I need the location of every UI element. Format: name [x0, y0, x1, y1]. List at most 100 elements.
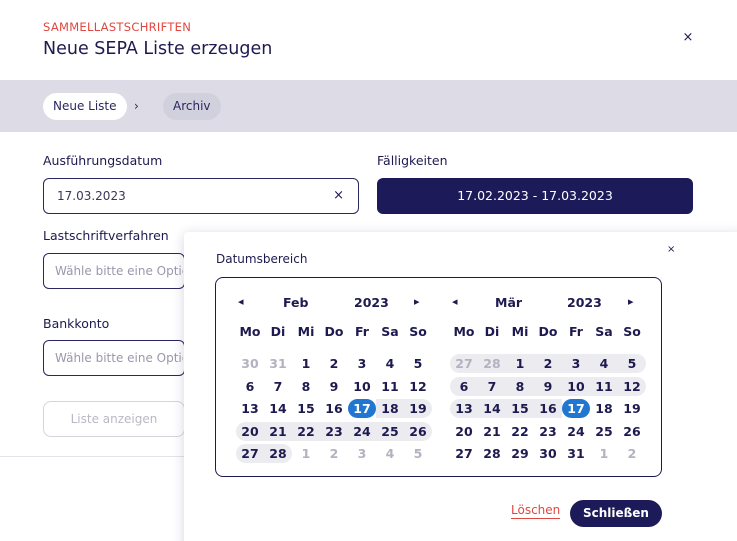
breadcrumb-new-list[interactable]: Neue Liste — [43, 93, 127, 120]
weekday-label: Di — [270, 324, 286, 339]
method-select[interactable]: Wähle bitte eine Option — [43, 253, 185, 289]
due-dates-label: Fälligkeiten — [377, 153, 448, 168]
calendar-day[interactable]: 2 — [618, 444, 646, 463]
calendar-day[interactable]: 26 — [404, 422, 432, 441]
prev-month-icon[interactable]: ◂ — [452, 295, 458, 308]
next-month-icon[interactable]: ▸ — [414, 295, 420, 308]
calendar-day[interactable]: 28 — [478, 354, 506, 373]
calendar-day[interactable]: 14 — [478, 399, 506, 418]
calendar-day[interactable]: 24 — [348, 422, 376, 441]
calendar-day[interactable]: 27 — [450, 354, 478, 373]
next-month-icon[interactable]: ▸ — [628, 295, 634, 308]
calendar-day[interactable]: 13 — [236, 399, 264, 418]
calendar-day[interactable]: 17 — [348, 399, 376, 418]
clear-icon[interactable]: × — [333, 188, 344, 203]
calendar-day[interactable]: 20 — [236, 422, 264, 441]
close-button[interactable]: Schließen — [570, 500, 662, 527]
calendar-day[interactable]: 9 — [320, 377, 348, 396]
calendar-day[interactable]: 1 — [292, 354, 320, 373]
calendar-day[interactable]: 27 — [236, 444, 264, 463]
chevron-right-icon: › — [134, 99, 139, 113]
calendar-day[interactable]: 21 — [264, 422, 292, 441]
calendar-day[interactable]: 2 — [320, 444, 348, 463]
weekday-label: Do — [324, 324, 344, 339]
modal-header: SAMMELLASTSCHRIFTEN Neue SEPA Liste erze… — [0, 0, 737, 80]
calendar-day[interactable]: 2 — [534, 354, 562, 373]
calendar-day[interactable]: 28 — [478, 444, 506, 463]
due-dates-range-button[interactable]: 17.02.2023 - 17.03.2023 — [377, 178, 693, 214]
calendar-day[interactable]: 10 — [348, 377, 376, 396]
calendar-day[interactable]: 28 — [264, 444, 292, 463]
close-icon[interactable]: × — [667, 244, 675, 255]
close-icon[interactable]: × — [680, 30, 696, 46]
calendar-day[interactable]: 25 — [590, 422, 618, 441]
calendar-day[interactable]: 21 — [478, 422, 506, 441]
show-list-button[interactable]: Liste anzeigen — [43, 401, 185, 437]
calendar-day[interactable]: 25 — [376, 422, 404, 441]
calendar-day[interactable]: 8 — [506, 377, 534, 396]
calendar-day[interactable]: 6 — [236, 377, 264, 396]
calendar-day[interactable]: 22 — [292, 422, 320, 441]
calendar-day[interactable]: 11 — [376, 377, 404, 396]
calendar-day[interactable]: 16 — [534, 399, 562, 418]
calendar-day[interactable]: 5 — [404, 444, 432, 463]
calendar-day[interactable]: 4 — [376, 444, 404, 463]
calendar-day[interactable]: 4 — [376, 354, 404, 373]
calendar-day[interactable]: 17 — [562, 399, 590, 418]
calendar-day[interactable]: 23 — [534, 422, 562, 441]
method-label: Lastschriftverfahren — [43, 228, 169, 243]
calendar-day[interactable]: 12 — [404, 377, 432, 396]
calendar-day[interactable]: 15 — [292, 399, 320, 418]
bank-account-select[interactable]: Wähle bitte eine Option — [43, 340, 185, 376]
calendar-day[interactable]: 13 — [450, 399, 478, 418]
delete-link[interactable]: Löschen — [511, 503, 561, 519]
calendar-day[interactable]: 6 — [450, 377, 478, 396]
calendar-day[interactable]: 16 — [320, 399, 348, 418]
execution-date-field[interactable]: 17.03.2023 × — [43, 178, 359, 214]
month-label: Feb — [283, 295, 309, 310]
calendar-day[interactable]: 11 — [590, 377, 618, 396]
calendar-day[interactable]: 3 — [348, 444, 376, 463]
calendar-day[interactable]: 5 — [618, 354, 646, 373]
calendar-day[interactable]: 1 — [590, 444, 618, 463]
calendar-day[interactable]: 2 — [320, 354, 348, 373]
calendar-day[interactable]: 31 — [562, 444, 590, 463]
calendar-day[interactable]: 23 — [320, 422, 348, 441]
calendar-day[interactable]: 3 — [348, 354, 376, 373]
weekday-label: Mo — [453, 324, 475, 339]
weekday-label: Di — [484, 324, 500, 339]
calendar-day[interactable]: 18 — [590, 399, 618, 418]
calendar-day[interactable]: 7 — [478, 377, 506, 396]
calendar-day[interactable]: 9 — [534, 377, 562, 396]
calendar-day[interactable]: 7 — [264, 377, 292, 396]
calendar-day[interactable]: 22 — [506, 422, 534, 441]
calendar-day[interactable]: 4 — [590, 354, 618, 373]
weekday-label: Mo — [239, 324, 261, 339]
calendar-day[interactable]: 15 — [506, 399, 534, 418]
calendar-day[interactable]: 1 — [292, 444, 320, 463]
calendar-day[interactable]: 19 — [404, 399, 432, 418]
calendar-day[interactable]: 31 — [264, 354, 292, 373]
breadcrumb-archive[interactable]: Archiv — [163, 93, 221, 120]
calendar-day[interactable]: 30 — [534, 444, 562, 463]
calendar-day[interactable]: 5 — [404, 354, 432, 373]
weekday-label: Do — [538, 324, 558, 339]
calendar-day[interactable]: 10 — [562, 377, 590, 396]
calendar-day[interactable]: 14 — [264, 399, 292, 418]
calendar-day[interactable]: 30 — [236, 354, 264, 373]
prev-month-icon[interactable]: ◂ — [238, 295, 244, 308]
weekday-label: Fr — [355, 324, 369, 339]
calendar-day[interactable]: 18 — [376, 399, 404, 418]
calendar-day[interactable]: 19 — [618, 399, 646, 418]
weekday-label: So — [409, 324, 427, 339]
calendar-day[interactable]: 24 — [562, 422, 590, 441]
calendar-day[interactable]: 1 — [506, 354, 534, 373]
calendar-day[interactable]: 8 — [292, 377, 320, 396]
calendar-day[interactable]: 26 — [618, 422, 646, 441]
calendar-day[interactable]: 12 — [618, 377, 646, 396]
calendar-day[interactable]: 20 — [450, 422, 478, 441]
calendar-day[interactable]: 29 — [506, 444, 534, 463]
calendar-day[interactable]: 3 — [562, 354, 590, 373]
calendar-day[interactable]: 27 — [450, 444, 478, 463]
breadcrumb: Neue Liste › Archiv — [0, 80, 737, 132]
